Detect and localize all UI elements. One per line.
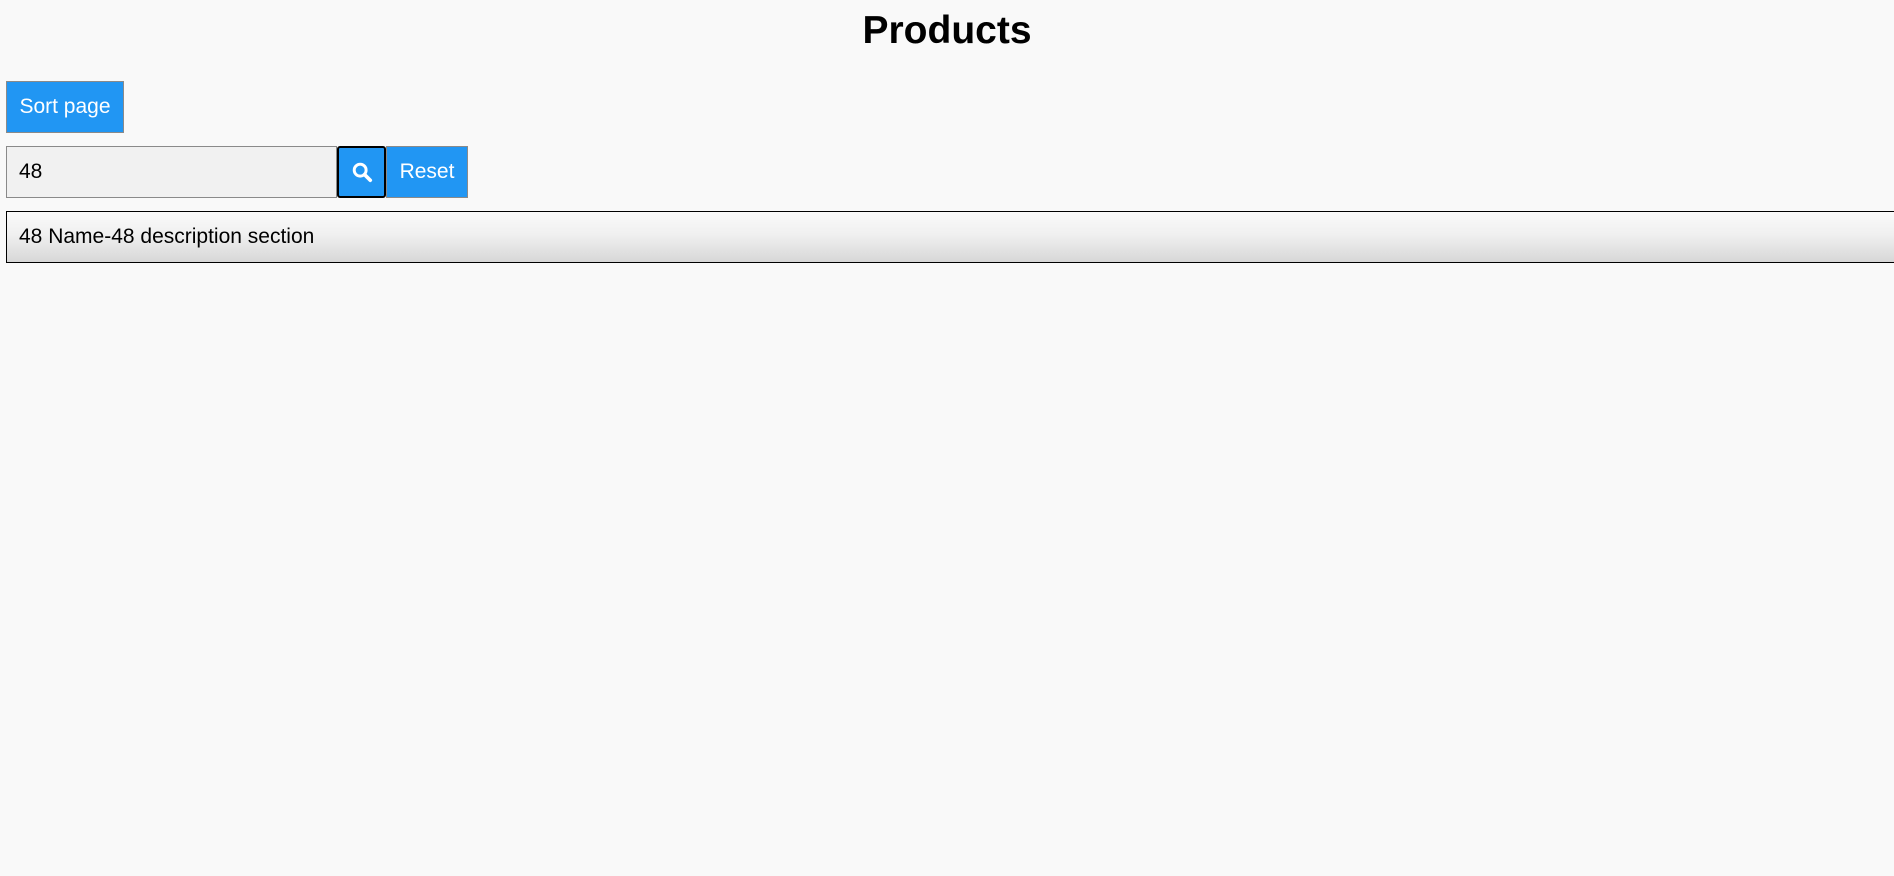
page: Products Sort page Reset 48 Name-48 desc… (0, 0, 1894, 876)
search-button[interactable] (337, 146, 386, 198)
search-bar: Reset (6, 146, 468, 198)
sort-page-button[interactable]: Sort page (6, 81, 124, 133)
search-icon (352, 162, 372, 183)
list-item[interactable]: 48 Name-48 description section (6, 211, 1894, 263)
reset-button[interactable]: Reset (386, 146, 468, 198)
results-list: 48 Name-48 description section (6, 211, 1894, 263)
page-title: Products (862, 9, 1032, 52)
search-input[interactable] (6, 146, 337, 198)
